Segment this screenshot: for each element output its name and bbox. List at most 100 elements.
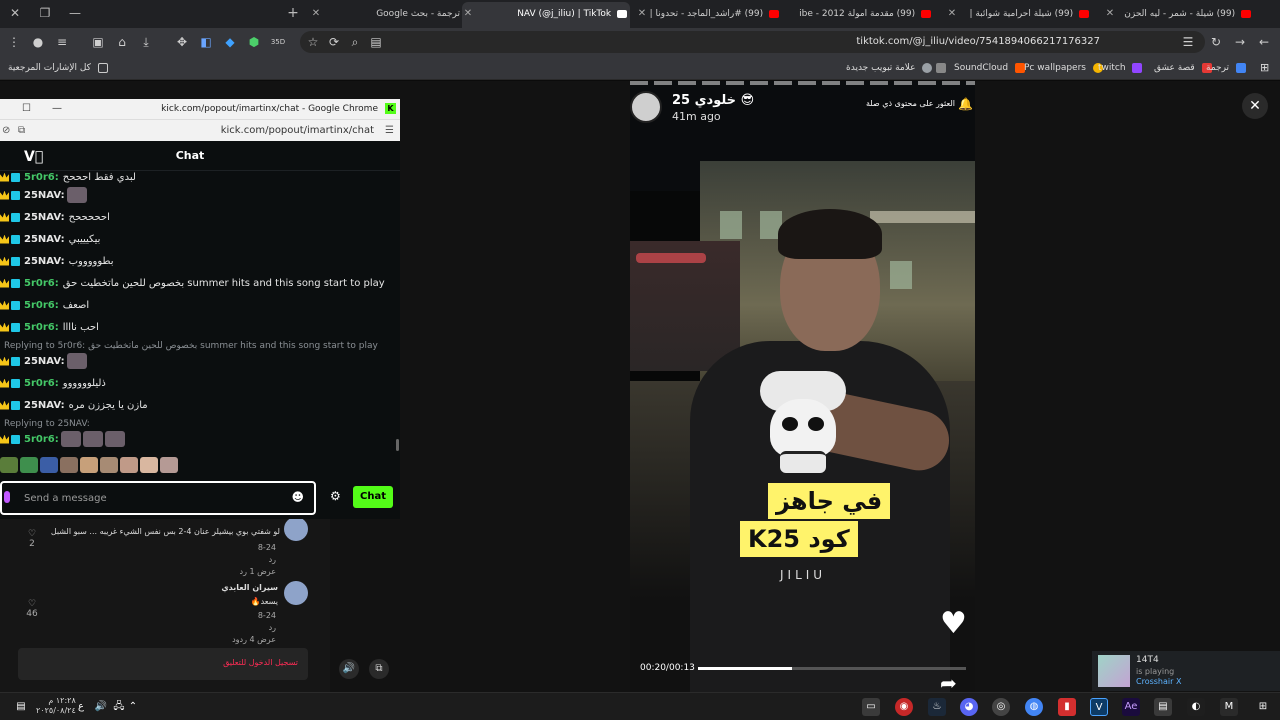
chat-settings-icon[interactable]: ⚙: [330, 489, 341, 503]
related-content-notice[interactable]: العثور على محتوى ذي صلة: [866, 99, 955, 108]
send-chat-button[interactable]: Chat: [353, 486, 393, 508]
close-tab-icon[interactable]: ✕: [462, 2, 474, 26]
chat-message-input[interactable]: [24, 489, 284, 507]
bookmark-wallpapers[interactable]: Pc wallpapers: [1024, 60, 1103, 76]
reading-list-icon[interactable]: ▣: [90, 34, 106, 50]
chat-username[interactable]: 5r0r6:: [24, 300, 59, 311]
after-effects-icon[interactable]: Ae: [1122, 698, 1140, 716]
bookmark-story[interactable]: قصة عشق: [1154, 60, 1212, 76]
apps-grid-icon[interactable]: ⊞: [1260, 60, 1269, 76]
back-icon[interactable]: ←: [1256, 34, 1272, 50]
close-video-button[interactable]: ✕: [1242, 93, 1268, 119]
vegas-icon[interactable]: V: [1090, 698, 1108, 716]
tab-tiktok[interactable]: NAV (@j_iliu) | TikTok ✕: [462, 2, 630, 28]
site-info-icon[interactable]: ⊘: [2, 120, 10, 142]
chat-username[interactable]: 25NAV:: [24, 190, 65, 201]
emote-image[interactable]: [66, 187, 87, 203]
avatar[interactable]: [284, 517, 308, 541]
windows-start-icon[interactable]: ⊞: [1254, 698, 1272, 716]
app-icon[interactable]: ▮: [1058, 698, 1076, 716]
app-icon[interactable]: ▤: [1154, 698, 1172, 716]
bookmark-new-tab[interactable]: علامة تبويب جديدة: [846, 60, 933, 76]
emote-image[interactable]: [160, 457, 178, 473]
bookmark-extra[interactable]: [932, 60, 946, 76]
tab-youtube-3[interactable]: (99) شيلة احرامية شوائبة | ✕: [946, 4, 1092, 24]
profile-avatar[interactable]: ●: [30, 34, 46, 50]
shield-icon[interactable]: ◆: [222, 34, 238, 50]
chat-username[interactable]: 5r0r6:: [24, 434, 59, 445]
close-window-button[interactable]: ✕: [0, 0, 30, 28]
close-tab-icon[interactable]: ✕: [636, 4, 648, 24]
notification-icon[interactable]: ▤: [12, 698, 30, 716]
chat-username[interactable]: 5r0r6:: [24, 378, 59, 389]
video-username[interactable]: 😎 خلودي 25: [672, 93, 754, 108]
emote-image[interactable]: [120, 457, 138, 473]
app-icon[interactable]: ◐: [1187, 698, 1205, 716]
chrome-icon[interactable]: ◍: [1025, 698, 1043, 716]
chat-message-list[interactable]: 5r0r6: لبدي فقط احححح 25NAV: 25NAV: احححححح 2…: [0, 171, 400, 475]
emote-image[interactable]: [82, 431, 103, 447]
chat-username[interactable]: 25NAV:: [24, 256, 65, 267]
emoji-picker-icon[interactable]: ☻: [291, 490, 304, 504]
video-progress-bar[interactable]: [698, 667, 966, 670]
vpn-icon[interactable]: ⬢: [246, 34, 262, 50]
bookmark-twitch[interactable]: twitch: [1098, 60, 1143, 76]
bookmark-translate[interactable]: ترجمة: [1206, 60, 1246, 76]
volume-icon[interactable]: 🔊: [339, 659, 359, 679]
comment-author[interactable]: سيران العابدي: [221, 583, 278, 592]
search-icon[interactable]: ⌕: [347, 34, 363, 50]
report-icon[interactable]: ⧉: [369, 659, 389, 679]
avatar[interactable]: [284, 581, 308, 605]
reload-icon[interactable]: ↻: [1208, 34, 1224, 50]
app-icon[interactable]: M: [1220, 698, 1238, 716]
tab-youtube-4[interactable]: (99) شيلة - شمر - ليه الحزن ✕: [1104, 4, 1254, 24]
share-icon[interactable]: ➦: [940, 671, 957, 692]
mic-icon[interactable]: [4, 491, 10, 503]
like-button[interactable]: ♡ 46: [22, 599, 42, 619]
emote-image[interactable]: [60, 431, 81, 447]
install-icon[interactable]: ⟳: [326, 34, 342, 50]
cast-icon[interactable]: ▤: [368, 34, 384, 50]
minimize-window-button[interactable]: —: [60, 0, 90, 28]
reply-link[interactable]: رد: [269, 555, 276, 564]
heart-icon[interactable]: ♥: [940, 609, 972, 639]
emote-image[interactable]: [66, 353, 87, 369]
maximize-window-icon[interactable]: ☐: [22, 99, 31, 119]
emote-image[interactable]: [104, 431, 125, 447]
emote-image[interactable]: [0, 457, 18, 473]
restore-window-button[interactable]: ❐: [30, 0, 60, 28]
forward-icon[interactable]: →: [1232, 34, 1248, 50]
emote-image[interactable]: [140, 457, 158, 473]
minimize-window-icon[interactable]: —: [52, 99, 62, 119]
discord-icon[interactable]: ◕: [960, 698, 978, 716]
close-tab-icon[interactable]: ✕: [946, 4, 958, 24]
bookmark-soundcloud[interactable]: SoundCloud: [954, 60, 1025, 76]
chevron-up-icon[interactable]: ⌃: [124, 698, 142, 716]
extensions-icon[interactable]: ≡: [54, 34, 70, 50]
chat-username[interactable]: 25NAV:: [24, 234, 65, 245]
close-tab-icon[interactable]: ✕: [310, 4, 322, 24]
app-icon[interactable]: ◎: [992, 698, 1010, 716]
file-explorer-icon[interactable]: ▭: [862, 698, 880, 716]
chat-input-box[interactable]: ☻: [0, 481, 316, 515]
language-indicator[interactable]: ع: [72, 698, 90, 716]
tab-google-translate[interactable]: ترجمة - بحث Google ✕: [310, 4, 460, 24]
bookmark-all[interactable]: كل الإشارات المرجعية: [8, 60, 108, 76]
tab-youtube-1[interactable]: (99) #راشد_الماجد - تحدونا | ✕: [636, 4, 782, 24]
bookmark-star-icon[interactable]: ☆: [305, 34, 321, 50]
login-to-comment-box[interactable]: تسجيل الدخول للتعليق: [18, 648, 308, 680]
chat-username[interactable]: 25NAV:: [24, 400, 65, 411]
download-icon[interactable]: ⤓: [138, 34, 154, 50]
reply-context[interactable]: Replying to 5r0r6: بخصوص للحين ماتخطيت ح…: [4, 339, 378, 353]
like-button[interactable]: ♡ 2: [22, 529, 42, 549]
chat-username[interactable]: 25NAV:: [24, 356, 65, 367]
emote-image[interactable]: [100, 457, 118, 473]
volume-icon[interactable]: 🔊: [92, 698, 110, 716]
chat-username[interactable]: 25NAV:: [24, 212, 65, 223]
site-settings-icon[interactable]: ☰: [1180, 34, 1196, 50]
emote-image[interactable]: [80, 457, 98, 473]
new-tab-button[interactable]: +: [278, 0, 308, 28]
menu-dots-icon[interactable]: ⋮: [6, 34, 22, 50]
view-replies-link[interactable]: عرض 4 ردود: [232, 635, 276, 644]
address-bar[interactable]: tiktok.com/@j_iliu/video/754189406621717…: [300, 31, 1205, 53]
